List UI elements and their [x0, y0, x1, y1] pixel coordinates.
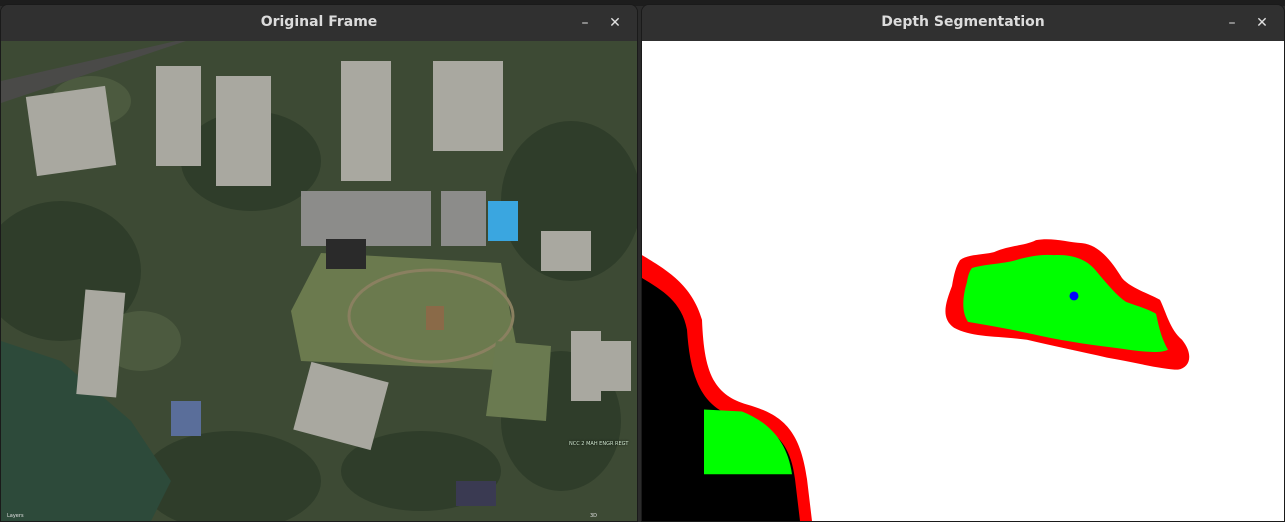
- depth-segmentation-window: Depth Segmentation – ✕: [641, 4, 1285, 522]
- segmentation-view: [642, 41, 1284, 521]
- title-bar[interactable]: Depth Segmentation – ✕: [642, 5, 1284, 42]
- original-frame-window: Original Frame – ✕ NCC 2 MAH ENGR REGT L…: [0, 4, 638, 522]
- window-title: Original Frame: [260, 14, 378, 30]
- depth-segmentation-image: [642, 41, 1284, 521]
- map-place-label: NCC 2 MAH ENGR REGT: [569, 441, 629, 447]
- close-button[interactable]: ✕: [605, 13, 625, 33]
- minimize-button[interactable]: –: [1222, 13, 1242, 33]
- minimize-button[interactable]: –: [575, 13, 595, 33]
- segment-centroid-point: [1069, 291, 1079, 301]
- aerial-satellite-image: [1, 41, 637, 521]
- title-bar[interactable]: Original Frame – ✕: [1, 5, 637, 42]
- layers-control[interactable]: Layers: [7, 513, 24, 519]
- aerial-image-view: NCC 2 MAH ENGR REGT Layers 3D: [1, 41, 637, 521]
- window-title: Depth Segmentation: [881, 14, 1045, 30]
- close-button[interactable]: ✕: [1252, 13, 1272, 33]
- 3d-toggle[interactable]: 3D: [590, 513, 597, 519]
